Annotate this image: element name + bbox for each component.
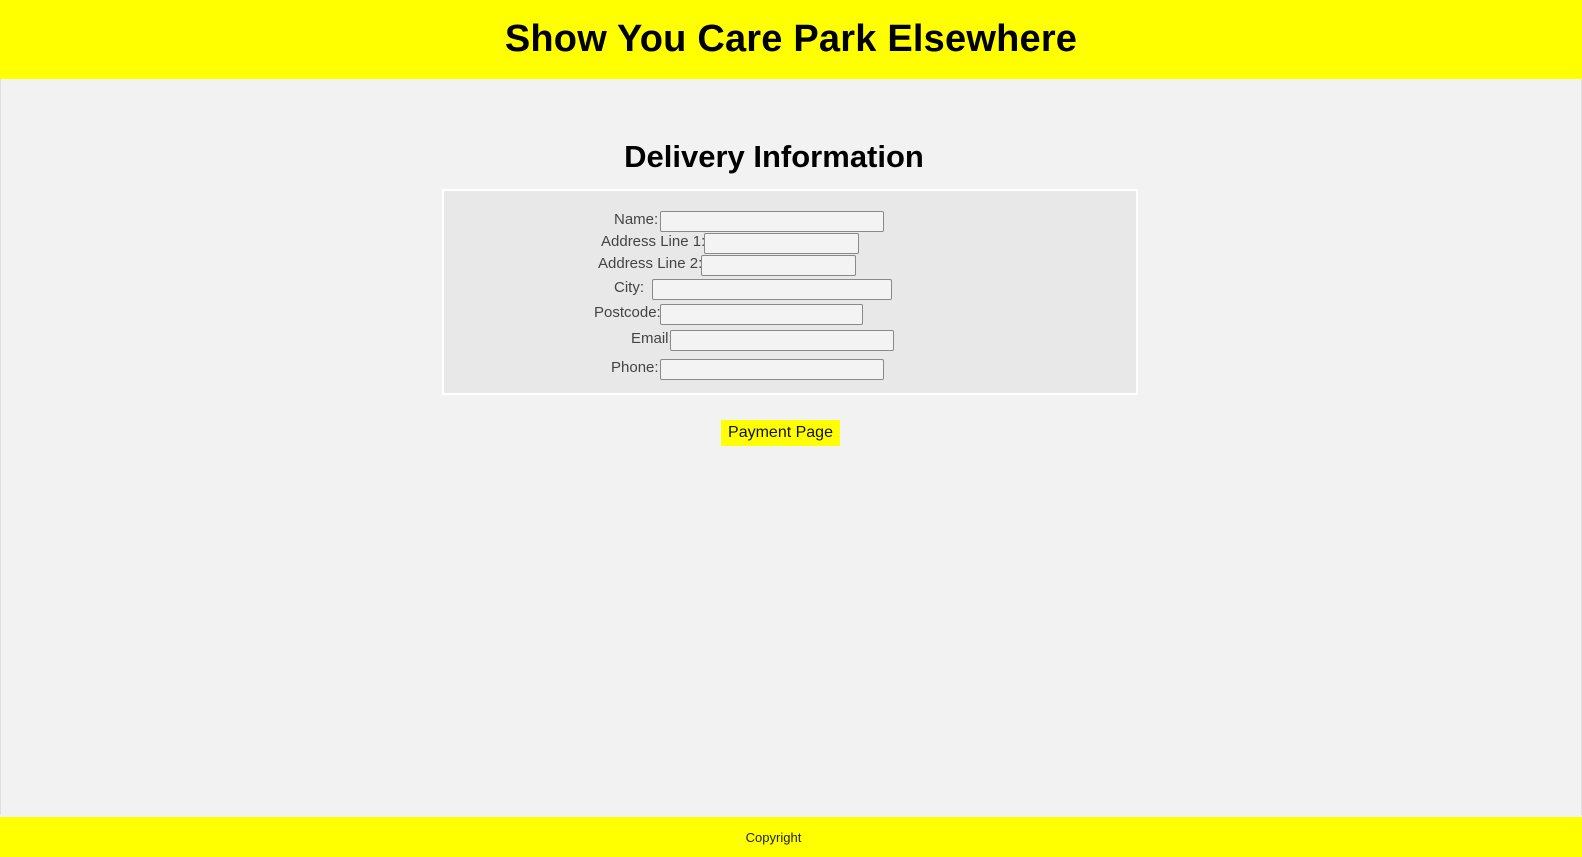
phone-input[interactable] <box>660 359 884 380</box>
site-footer: Copyright <box>0 817 1582 857</box>
email-input[interactable] <box>670 330 894 351</box>
payment-page-button[interactable]: Payment Page <box>721 420 840 446</box>
copyright-text: Copyright <box>745 829 802 845</box>
postcode-input[interactable] <box>660 304 863 325</box>
site-header: Show You Care Park Elsewhere <box>0 0 1582 79</box>
page: Show You Care Park Elsewhere Delivery In… <box>0 0 1582 857</box>
address-line-1-input[interactable] <box>704 233 859 254</box>
site-title: Show You Care Park Elsewhere <box>504 18 1078 60</box>
address-line-2-label: Address Line 2: <box>598 255 703 272</box>
delivery-heading: Delivery Information <box>624 139 924 174</box>
name-label: Name: <box>614 211 659 228</box>
address-line-2-input[interactable] <box>701 255 856 276</box>
postcode-label: Postcode: <box>594 304 661 321</box>
main-content: Delivery Information Name: Address Line … <box>0 79 1582 815</box>
address-line-1-label: Address Line 1: <box>601 233 706 250</box>
email-label: Email: <box>631 330 673 347</box>
delivery-form: Name: Address Line 1: Address Line 2: Ci… <box>442 189 1138 395</box>
name-input[interactable] <box>660 211 884 232</box>
phone-label: Phone: <box>611 359 659 376</box>
city-input[interactable] <box>652 279 892 300</box>
city-label: City: <box>614 279 644 296</box>
